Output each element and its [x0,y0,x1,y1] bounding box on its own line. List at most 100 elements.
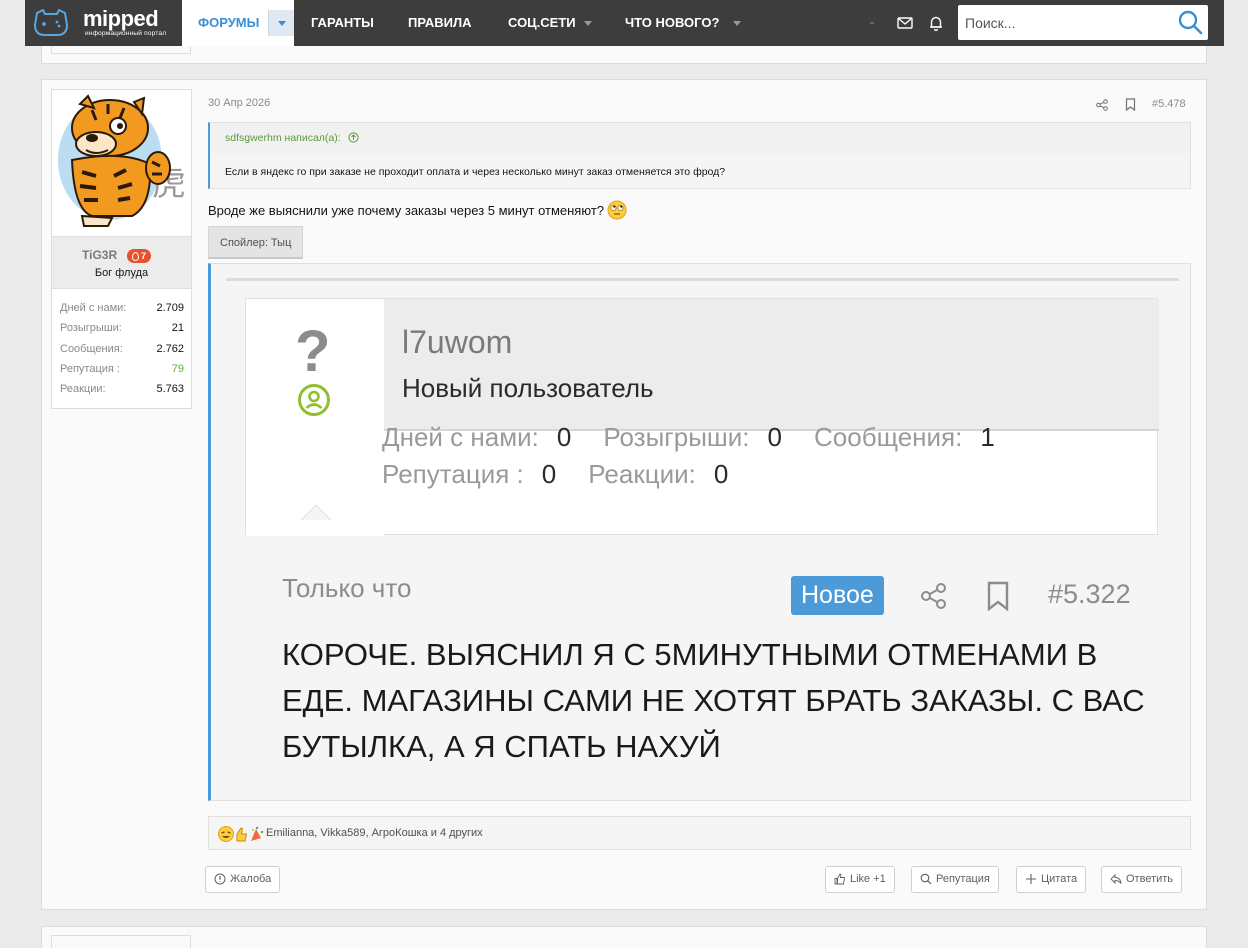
quote-header[interactable]: sdfsgwerhm написал(а): [210,123,1190,153]
post-message: Вроде же выяснили уже почему заказы чере… [208,200,627,220]
next-post [41,926,1207,948]
quote-text: Если в яндекс го при заказе не проходит … [225,166,726,178]
site-logo[interactable]: mipped информационный портал [33,6,183,40]
embedded-stat-value: 0 [556,422,572,452]
search-input[interactable] [958,5,1168,40]
embedded-message-text: КОРОЧЕ. ВЫЯСНИЛ Я С 5МИНУТНЫМИ ОТМЕНАМИ … [282,637,1145,764]
forums-dropdown-toggle[interactable] [268,10,294,36]
tab-rules-label: Правила [408,15,472,30]
embedded-stat-value: 0 [767,422,782,452]
reactions-text[interactable]: Emilianna, Vikka589, АгроКошка и 4 други… [266,827,483,839]
quote-author: sdfsgwerhm написал(а): [225,132,341,144]
stat-value: 2.762 [156,342,184,355]
embedded-stats-line-1: Дней с нами: 0 Розыгрыши: 0 Сообщения: 1 [382,422,1027,453]
logo-text: mipped [83,6,159,31]
embedded-stat-value: 0 [713,459,729,489]
reply-button[interactable]: Ответить [1101,866,1183,893]
gamepad-logo-icon [33,9,69,36]
tab-whats-new[interactable]: Что нового? [625,0,742,46]
embedded-post-number: #5.322 [1048,579,1131,609]
stat-value: 5.763 [156,383,184,396]
stat-label: Репутация : [60,362,120,375]
tab-social[interactable]: Соц.сети [508,0,592,46]
stat-row-giveaways: Розыгрыши: 21 [60,322,184,342]
next-post-user-block [51,935,191,948]
top-navigation-bar: mipped информационный портал Форумы Гара… [25,0,1224,46]
spoiler-button[interactable]: Спойлер: Тыц [208,226,304,259]
reputation-button[interactable]: Репутация [911,866,999,893]
embedded-user-card: ? l7uwom Новый пользователь [245,298,1159,536]
forum-post: 虎 TiG3R 7 Бог флуда Дней с нами: 2.709 Р… [41,79,1207,910]
magnifier-icon [920,873,932,885]
embedded-stat-label: Сообщения: [814,422,963,452]
stat-label: Сообщения: [60,342,123,355]
logo-subtitle: информационный портал [85,30,167,37]
share-icon [921,583,946,609]
stat-row-days: Дней с нами: 2.709 [60,302,184,322]
spoiler-content: ? l7uwom Новый пользователь Дней с нами:… [208,263,1191,801]
user-name-panel: TiG3R 7 Бог флуда [52,236,191,289]
quote-button-label: Цитата [1041,873,1078,885]
previous-post [41,46,1207,64]
bell-icon[interactable] [927,14,945,32]
user-block: 虎 TiG3R 7 Бог флуда Дней с нами: 2.709 Р… [51,89,192,409]
embedded-user-header: l7uwom Новый пользователь [384,299,1159,431]
bookmark-icon [987,581,1009,611]
speech-pointer-icon [301,504,331,520]
plus-icon [1026,874,1036,884]
tab-whats-new-label: Что нового? [625,15,720,30]
embedded-stat-label: Реакции: [588,459,696,489]
user-title: Бог флуда [94,267,149,279]
reaction-emojis-icon [218,826,264,842]
report-button-label: Жалоба [230,873,272,885]
report-button[interactable]: Жалоба [205,866,281,893]
embed-divider [226,278,1179,281]
bookmark-icon[interactable] [1125,98,1136,111]
reactions-bar[interactable]: Emilianna, Vikka589, АгроКошка и 4 други… [208,816,1191,850]
reputation-button-label: Репутация [936,873,990,885]
embedded-stat-value: 1 [980,422,995,452]
stat-value: 2.709 [156,302,184,314]
stat-label: Розыгрыши: [60,322,122,335]
arrow-up-circle-icon[interactable] [348,132,359,143]
embedded-avatar: ? [246,299,384,536]
embedded-post-date: Только что [282,573,412,603]
tab-forums[interactable]: Форумы [182,0,294,46]
stat-row-messages: Сообщения: 2.762 [60,343,184,363]
small-caret-icon [869,21,875,25]
tab-guarantors[interactable]: Гаранты [311,0,374,46]
embedded-stats-line-2: Репутация : 0 Реакции: 0 [382,459,760,490]
embedded-stat-label: Репутация : [382,459,524,489]
quote-button[interactable]: Цитата [1016,866,1087,893]
post-number[interactable]: #5.478 [1152,98,1186,110]
embedded-user-role: Новый пользователь [402,373,654,403]
chevron-down-icon [583,21,592,27]
envelope-icon[interactable] [896,14,914,32]
stat-value: 79 [171,362,184,375]
stat-value: 21 [171,322,184,335]
stat-label: Реакции: [60,383,106,396]
thumbs-up-icon [834,873,846,885]
post-message-text: Вроде же выяснили уже почему заказы чере… [208,203,604,218]
tiger-avatar-image: 虎 [58,94,186,227]
embedded-screenshot: ? l7uwom Новый пользователь Дней с нами:… [226,278,1179,788]
search-icon[interactable] [1177,9,1203,35]
username[interactable]: TiG3R [82,248,117,262]
reply-arrow-icon [1110,873,1122,885]
heat-badge: 7 [127,249,152,263]
post-date[interactable]: 30 Апр 2026 [208,97,270,109]
embedded-stat-value: 0 [541,459,557,489]
warning-circle-icon [214,873,226,885]
like-button[interactable]: Like +1 [825,866,895,893]
previous-post-user-block [51,46,191,54]
embedded-stat-label: Розыгрыши: [603,422,750,452]
avatar[interactable]: 虎 [52,90,191,236]
embedded-username: l7uwom [402,324,513,360]
quote-block: sdfsgwerhm написал(а): Если в яндекс го … [208,122,1191,189]
search-box [958,5,1208,40]
user-stats: Дней с нами: 2.709 Розыгрыши: 21 Сообщен… [60,302,184,403]
rolling-eyes-emoji-icon [607,200,627,220]
tab-rules[interactable]: Правила [408,0,472,46]
user-circle-icon [298,384,330,416]
share-icon[interactable] [1096,99,1108,111]
